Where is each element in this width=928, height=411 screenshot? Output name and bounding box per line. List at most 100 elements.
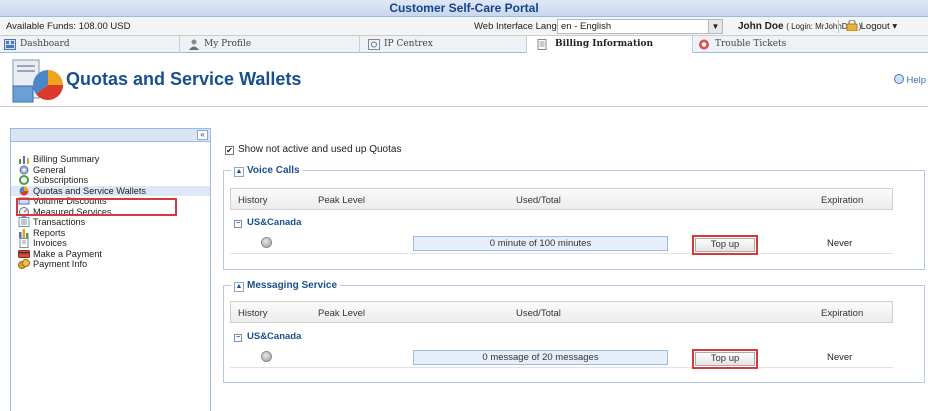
sidebar-item-subscriptions[interactable]: Subscriptions bbox=[11, 175, 210, 186]
history-icon[interactable] bbox=[261, 237, 272, 248]
main-content: ✔ Show not active and used up Quotas ▲ Voi… bbox=[220, 128, 928, 411]
quota-table-header: History Peak Level Used/Total Expiration bbox=[230, 301, 893, 323]
sidebar-item-quotas-and-service-wallets[interactable]: Quotas and Service Wallets bbox=[11, 185, 210, 196]
group-us-canada[interactable]: − US&Canada bbox=[234, 217, 301, 228]
user-info: John Doe ( Login: MrJohnDoe ) bbox=[738, 21, 861, 32]
sidebar-header: « bbox=[11, 129, 210, 142]
tab-label: Billing Information bbox=[555, 39, 654, 49]
expiration-value: Never bbox=[827, 238, 853, 249]
sidebar-item-general[interactable]: General bbox=[11, 165, 210, 176]
gear-icon bbox=[19, 165, 29, 174]
lifebuoy-icon bbox=[699, 39, 709, 50]
help-label: Help bbox=[906, 75, 926, 86]
tab-label: IP Centrex bbox=[384, 39, 433, 49]
quota-table-header: History Peak Level Used/Total Expiration bbox=[230, 188, 893, 210]
list-icon bbox=[18, 217, 30, 227]
column-expiration: Expiration bbox=[821, 195, 864, 206]
tab-dashboard[interactable]: Dashboard bbox=[0, 36, 180, 53]
tab-label: My Profile bbox=[204, 39, 252, 49]
main-tabs: Dashboard My Profile IP Centrex Billing … bbox=[0, 36, 928, 53]
top-up-button[interactable]: Top up bbox=[695, 352, 755, 366]
expiration-value: Never bbox=[827, 352, 853, 363]
sidebar-item-label: Payment Info bbox=[33, 259, 88, 269]
tab-billing-information[interactable]: Billing Information bbox=[527, 36, 693, 53]
coins-icon bbox=[18, 259, 30, 269]
help-icon bbox=[893, 74, 904, 84]
lock-icon bbox=[846, 19, 858, 32]
tab-ip-centrex[interactable]: IP Centrex bbox=[360, 36, 527, 53]
collapse-group-icon[interactable]: − bbox=[234, 220, 242, 228]
document-icon bbox=[537, 39, 547, 50]
network-icon bbox=[368, 39, 380, 50]
top-up-highlight: Top up bbox=[692, 349, 758, 369]
voice-calls-panel: ▲ Voice Calls History Peak Level Used/Tot… bbox=[223, 165, 925, 270]
page-title: Quotas and Service Wallets bbox=[66, 69, 302, 89]
language-value: en - English bbox=[561, 21, 612, 32]
messaging-service-legend[interactable]: ▲ Messaging Service bbox=[231, 280, 341, 292]
sidebar-item-label: Make a Payment bbox=[33, 248, 102, 259]
chart-icon bbox=[19, 156, 29, 164]
page-header: Quotas and Service Wallets Help bbox=[0, 53, 928, 107]
column-history: History bbox=[238, 308, 268, 319]
messaging-service-panel: ▲ Messaging Service History Peak Level Us… bbox=[223, 280, 925, 383]
sidebar-item-make-a-payment[interactable]: Make a Payment bbox=[11, 249, 210, 260]
help-link[interactable]: Help bbox=[893, 74, 926, 86]
tab-label: Dashboard bbox=[20, 39, 70, 49]
show-inactive-label: Show not active and used up Quotas bbox=[238, 144, 402, 155]
top-up-button[interactable]: Top up bbox=[695, 238, 755, 252]
table-row: 0 minute of 100 minutes Top up Never bbox=[230, 232, 893, 255]
sidebar-item-transactions[interactable]: Transactions bbox=[11, 217, 210, 228]
dashboard-icon bbox=[4, 39, 16, 50]
collapse-panel-icon[interactable]: ▲ bbox=[234, 282, 244, 292]
divider bbox=[838, 20, 839, 33]
sidebar-item-reports[interactable]: Reports bbox=[11, 228, 210, 239]
column-peak-level: Peak Level bbox=[318, 308, 366, 319]
selected-item-highlight bbox=[16, 198, 177, 216]
sidebar-item-label: Subscriptions bbox=[33, 175, 89, 185]
available-funds: Available Funds: 108.00 USD bbox=[6, 21, 131, 32]
column-used-total: Used/Total bbox=[516, 308, 561, 319]
info-bar: Available Funds: 108.00 USD Web Interfac… bbox=[0, 17, 928, 36]
voice-calls-legend[interactable]: ▲ Voice Calls bbox=[231, 165, 303, 177]
show-inactive-checkbox[interactable]: ✔ bbox=[225, 146, 234, 155]
history-icon[interactable] bbox=[261, 351, 272, 362]
portal-title: Customer Self-Care Portal bbox=[0, 0, 928, 17]
top-up-highlight: Top up bbox=[692, 235, 758, 255]
panel-title: Voice Calls bbox=[247, 165, 300, 176]
group-label: US&Canada bbox=[247, 331, 302, 342]
collapse-panel-icon[interactable]: ▲ bbox=[234, 167, 244, 177]
sidebar-item-invoices[interactable]: Invoices bbox=[11, 238, 210, 249]
pie-chart-icon bbox=[19, 186, 29, 195]
invoice-icon bbox=[19, 238, 29, 248]
sidebar-item-billing-summary[interactable]: Billing Summary bbox=[11, 154, 210, 165]
user-name: John Doe bbox=[738, 21, 784, 32]
usage-bar: 0 message of 20 messages bbox=[413, 350, 668, 365]
column-expiration: Expiration bbox=[821, 308, 864, 319]
language-select[interactable]: en - English ▼ bbox=[557, 19, 723, 34]
sidebar-item-label: General bbox=[33, 164, 66, 175]
chevron-down-icon[interactable]: ▼ bbox=[708, 20, 722, 33]
user-icon bbox=[189, 39, 199, 50]
sidebar-item-label: Invoices bbox=[33, 238, 67, 248]
logout-label: Logout bbox=[860, 21, 890, 32]
show-inactive-toggle[interactable]: ✔ Show not active and used up Quotas bbox=[225, 144, 401, 155]
sidebar-item-label: Billing Summary bbox=[33, 154, 100, 164]
credit-card-icon bbox=[18, 249, 30, 258]
column-history: History bbox=[238, 195, 268, 206]
group-us-canada[interactable]: − US&Canada bbox=[234, 331, 301, 342]
sidebar-item-label: Transactions bbox=[33, 217, 86, 227]
tab-trouble-tickets[interactable]: Trouble Tickets bbox=[693, 36, 928, 53]
tab-label: Trouble Tickets bbox=[715, 39, 787, 49]
quotas-wallet-icon bbox=[12, 59, 63, 103]
collapse-group-icon[interactable]: − bbox=[234, 334, 242, 342]
tab-my-profile[interactable]: My Profile bbox=[180, 36, 360, 53]
column-used-total: Used/Total bbox=[516, 195, 561, 206]
logout-button[interactable]: Logout ▾ bbox=[846, 19, 897, 32]
sidebar-item-label: Reports bbox=[33, 227, 66, 238]
refresh-icon bbox=[19, 175, 29, 185]
collapse-sidebar-button[interactable]: « bbox=[197, 130, 208, 140]
bar-chart-icon bbox=[19, 228, 29, 238]
sidebar-item-payment-info[interactable]: Payment Info bbox=[11, 259, 210, 270]
column-peak-level: Peak Level bbox=[318, 195, 366, 206]
sidebar-item-label: Quotas and Service Wallets bbox=[33, 185, 147, 196]
